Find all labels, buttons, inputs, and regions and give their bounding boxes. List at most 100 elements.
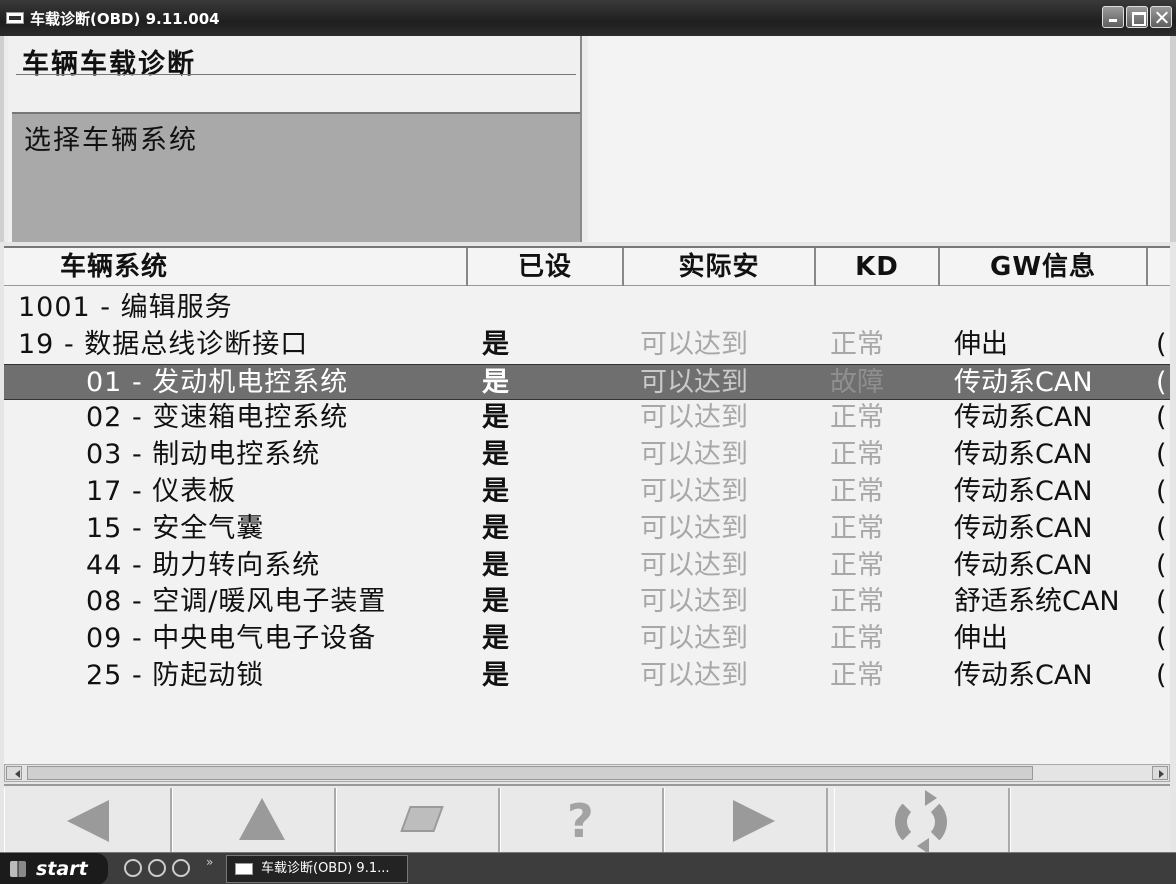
extra-value: ( <box>1156 366 1167 398</box>
browser-icon[interactable] <box>124 859 142 877</box>
table-row[interactable]: 15 - 安全气囊 是 可以达到 正常 传动系CAN ( <box>4 511 1170 548</box>
extra-value: ( <box>1156 439 1167 471</box>
question-icon: ? <box>567 794 594 848</box>
title-divider <box>16 74 576 75</box>
top-area: 车辆车载诊断 选择车辆系统 <box>0 36 1176 242</box>
system-name: 25 - 防起动锁 <box>86 659 265 691</box>
set-value: 是 <box>482 586 509 618</box>
table-row[interactable]: 02 - 变速箱电控系统 是 可以达到 正常 传动系CAN ( <box>4 400 1170 437</box>
table-row-selected[interactable]: 01 - 发动机电控系统 是 可以达到 故障 传动系CAN ( <box>4 363 1170 401</box>
next-button[interactable] <box>664 788 828 852</box>
gw-value: 传动系CAN <box>954 366 1093 398</box>
system-name: 02 - 变速箱电控系统 <box>86 402 349 434</box>
bottom-toolbar: ? <box>4 784 1170 854</box>
table-row[interactable]: 17 - 仪表板 是 可以达到 正常 传动系CAN ( <box>4 474 1170 511</box>
set-value: 是 <box>482 402 509 434</box>
kd-value: 故障 <box>830 366 884 398</box>
window-title-bar[interactable]: 车载诊断(OBD) 9.11.004 <box>0 0 1176 36</box>
column-header-kd[interactable]: KD <box>816 248 940 286</box>
table-row[interactable]: 25 - 防起动锁 是 可以达到 正常 传动系CAN ( <box>4 658 1170 695</box>
gw-value: 传动系CAN <box>954 512 1093 544</box>
gw-value: 伸出 <box>954 623 1008 655</box>
reach-value: 可以达到 <box>640 659 748 691</box>
reach-value: 可以达到 <box>640 439 748 471</box>
reach-value: 可以达到 <box>640 475 748 507</box>
refresh-button[interactable] <box>834 788 1010 854</box>
system-name: 19 - 数据总线诊断接口 <box>18 328 309 360</box>
taskbar-window-label: 车载诊断(OBD) 9.1... <box>261 861 390 876</box>
detail-panel <box>588 36 1170 242</box>
column-header-set[interactable]: 已设 <box>468 248 624 286</box>
reach-value: 可以达到 <box>640 366 748 398</box>
close-button[interactable] <box>1150 6 1172 28</box>
column-header-system[interactable]: 车辆系统 <box>4 248 468 286</box>
desktop-icon[interactable] <box>172 859 190 877</box>
scroll-right-icon[interactable] <box>1152 766 1168 780</box>
extra-value: ( <box>1156 659 1167 691</box>
kd-value: 正常 <box>830 328 884 360</box>
reach-value: 可以达到 <box>640 512 748 544</box>
car-app-icon <box>235 863 253 875</box>
start-button[interactable]: start <box>0 853 108 884</box>
kd-value: 正常 <box>830 439 884 471</box>
printer-icon <box>400 806 444 832</box>
column-header-actual[interactable]: 实际安 <box>624 248 816 286</box>
gw-value: 伸出 <box>954 328 1008 360</box>
arrow-left-icon <box>67 800 109 842</box>
taskbar-window-item[interactable]: 车载诊断(OBD) 9.1... <box>226 855 408 883</box>
table-row[interactable]: 1001 - 编辑服务 <box>4 290 1170 327</box>
kd-value: 正常 <box>830 659 884 691</box>
page-title: 车辆车载诊断 <box>22 49 196 80</box>
os-taskbar: start » 车载诊断(OBD) 9.1... <box>0 852 1176 884</box>
system-name: 01 - 发动机电控系统 <box>86 366 349 398</box>
extra-value: ( <box>1156 512 1167 544</box>
set-value: 是 <box>482 475 509 507</box>
table-body: 1001 - 编辑服务 19 - 数据总线诊断接口 是 可以达到 正常 伸出 (… <box>4 290 1170 695</box>
system-name: 09 - 中央电气电子设备 <box>86 623 377 655</box>
maximize-button[interactable] <box>1126 6 1148 28</box>
system-name: 15 - 安全气囊 <box>86 512 265 544</box>
car-app-icon <box>6 12 24 24</box>
minimize-button[interactable] <box>1102 6 1124 28</box>
refresh-icon <box>895 790 947 854</box>
reach-value: 可以达到 <box>640 549 748 581</box>
print-button[interactable] <box>336 788 500 852</box>
kd-value: 正常 <box>830 623 884 655</box>
windows-logo-icon <box>10 861 26 877</box>
scroll-left-icon[interactable] <box>6 766 22 780</box>
set-value: 是 <box>482 549 509 581</box>
column-header-gw[interactable]: GW信息 <box>940 248 1148 286</box>
system-name: 1001 - 编辑服务 <box>18 292 233 323</box>
table-row[interactable]: 44 - 助力转向系统 是 可以达到 正常 传动系CAN ( <box>4 548 1170 585</box>
quick-launch <box>124 859 190 877</box>
extra-value: ( <box>1156 475 1167 507</box>
set-value: 是 <box>482 439 509 471</box>
empty-toolbar-slot <box>1010 788 1170 852</box>
scroll-thumb[interactable] <box>27 766 1033 780</box>
reach-value: 可以达到 <box>640 586 748 618</box>
table-row[interactable]: 08 - 空调/暖风电子装置 是 可以达到 正常 舒适系统CAN ( <box>4 584 1170 621</box>
window-title: 车载诊断(OBD) 9.11.004 <box>30 9 220 28</box>
back-button[interactable] <box>4 788 172 852</box>
up-button[interactable] <box>172 788 336 852</box>
extra-value: ( <box>1156 586 1167 618</box>
system-name: 44 - 助力转向系统 <box>86 549 321 581</box>
extra-value: ( <box>1156 623 1167 655</box>
help-button[interactable]: ? <box>500 788 664 852</box>
chevron-icon[interactable]: » <box>206 855 213 869</box>
system-name: 17 - 仪表板 <box>86 475 237 507</box>
table-row[interactable]: 03 - 制动电控系统 是 可以达到 正常 传动系CAN ( <box>4 437 1170 474</box>
window-controls <box>1102 6 1172 28</box>
table-row[interactable]: 19 - 数据总线诊断接口 是 可以达到 正常 伸出 ( <box>4 327 1170 364</box>
gw-value: 传动系CAN <box>954 475 1093 507</box>
gw-value: 舒适系统CAN <box>954 586 1120 618</box>
gw-value: 传动系CAN <box>954 549 1093 581</box>
reach-value: 可以达到 <box>640 402 748 434</box>
extra-value: ( <box>1156 402 1167 434</box>
horizontal-scrollbar[interactable] <box>4 764 1170 782</box>
media-icon[interactable] <box>148 859 166 877</box>
gw-value: 传动系CAN <box>954 659 1093 691</box>
system-name: 08 - 空调/暖风电子装置 <box>86 586 387 618</box>
table-row[interactable]: 09 - 中央电气电子设备 是 可以达到 正常 伸出 ( <box>4 621 1170 658</box>
extra-value: ( <box>1156 328 1167 360</box>
